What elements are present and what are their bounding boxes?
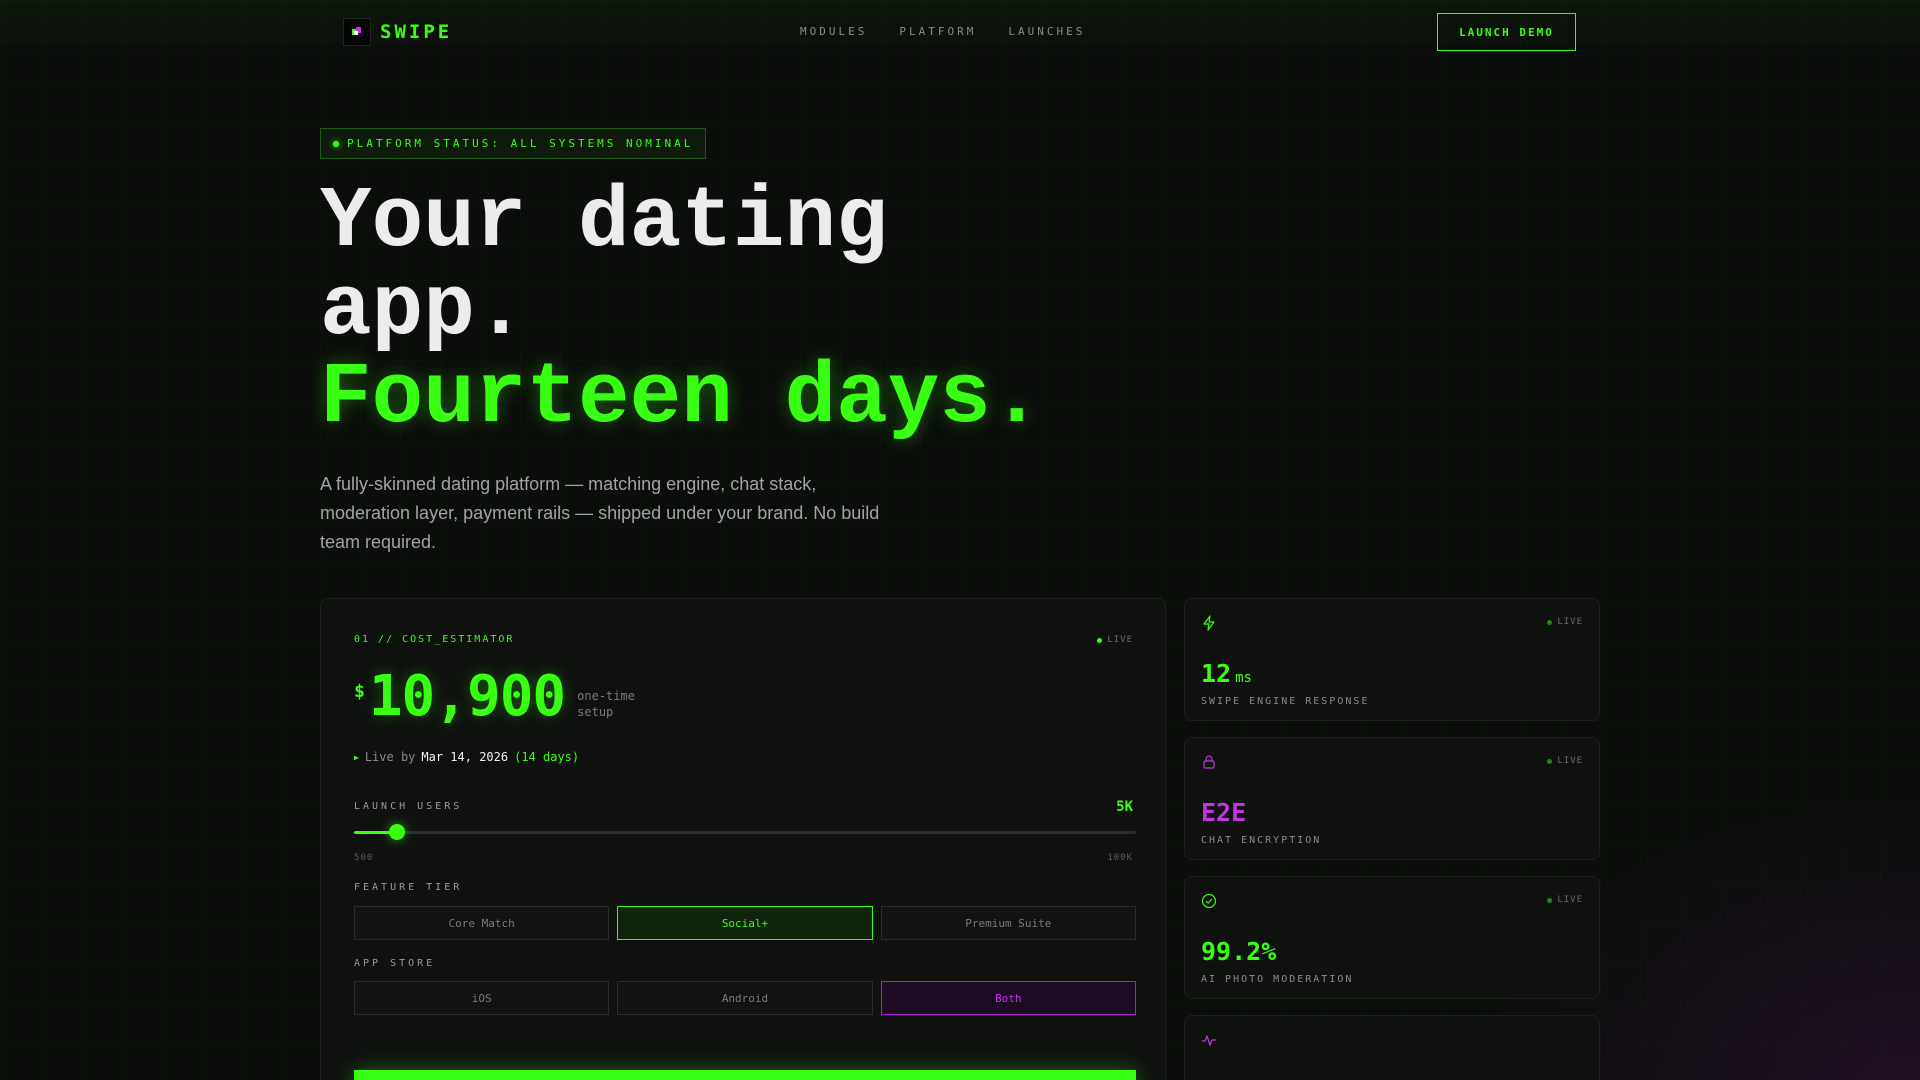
stat-number: 99.2%: [1201, 937, 1277, 966]
bolt-icon: [1203, 615, 1215, 631]
nav-link-platform[interactable]: PLATFORM: [899, 25, 976, 38]
tier-option-premium-suite[interactable]: Premium Suite: [880, 906, 1136, 940]
lock-icon: [1203, 755, 1215, 769]
live-label: LIVE: [1557, 895, 1583, 905]
launch-users-slider[interactable]: [354, 824, 1136, 840]
stat-value: 12 ms: [1201, 659, 1252, 688]
stat-live-indicator: LIVE: [1547, 617, 1583, 627]
store-option-android[interactable]: Android: [617, 981, 873, 1015]
nav-links: MODULES PLATFORM LAUNCHES: [800, 25, 1085, 38]
live-by-days: (14 days): [514, 750, 580, 764]
launch-users-label: LAUNCH USERS: [354, 801, 463, 812]
live-by-date: Mar 14, 2026: [421, 750, 509, 764]
stat-card-photo-moderation: LIVE 99.2% AI PHOTO MODERATION: [1184, 876, 1600, 999]
app-store-label: APP STORE: [354, 958, 436, 969]
headline-line-1: Your dating app.: [320, 173, 888, 359]
estimator-label: 01 // COST_ESTIMATOR: [354, 634, 515, 645]
live-label: LIVE: [1107, 635, 1133, 645]
logo-mark-icon: [343, 18, 371, 46]
store-option-both[interactable]: Both: [880, 981, 1136, 1015]
tier-option-core-match[interactable]: Core Match: [354, 906, 610, 940]
slider-handle[interactable]: [389, 824, 405, 840]
top-nav: SWIPE MODULES PLATFORM LAUNCHES LAUNCH D…: [0, 0, 1920, 64]
nav-link-modules[interactable]: MODULES: [800, 25, 867, 38]
live-label: LIVE: [1557, 756, 1583, 766]
nav-link-launches[interactable]: LAUNCHES: [1008, 25, 1085, 38]
price-display: $ 10,900 one-time setup: [354, 664, 657, 729]
hero-subtitle: A fully-skinned dating platform — matchi…: [320, 474, 880, 552]
app-store-options: iOS Android Both: [354, 981, 1136, 1015]
slider-min-label: 500: [354, 853, 374, 863]
live-label: LIVE: [1557, 617, 1583, 627]
estimator-live-indicator: LIVE: [1097, 635, 1133, 645]
brand-logo[interactable]: SWIPE: [343, 18, 452, 46]
check-circle-icon: [1201, 893, 1217, 909]
price-note: one-time setup: [577, 689, 635, 719]
feature-tier-label: FEATURE TIER: [354, 882, 463, 893]
stat-caption: CHAT ENCRYPTION: [1201, 835, 1322, 846]
live-dot-icon: [1547, 758, 1553, 764]
stat-value: 99.2%: [1201, 937, 1276, 966]
stat-unit: ms: [1235, 670, 1252, 686]
price-currency: $: [354, 681, 365, 702]
pulse-icon: [1202, 1035, 1216, 1046]
hero-headline: Your dating app. Fourteen days.: [320, 178, 1120, 442]
play-triangle-icon: ▶: [354, 752, 359, 762]
estimator-cta-button[interactable]: [354, 1070, 1136, 1080]
cost-estimator-card: 01 // COST_ESTIMATOR LIVE $ 10,900 one-t…: [320, 598, 1166, 1080]
stat-caption: SWIPE ENGINE RESPONSE: [1201, 696, 1370, 707]
feature-tier-options: Core Match Social+ Premium Suite: [354, 906, 1136, 940]
stat-card-activity: [1184, 1015, 1600, 1080]
stat-number: 12: [1201, 659, 1232, 688]
launch-users-value: 5K: [1116, 799, 1133, 815]
launch-demo-button[interactable]: LAUNCH DEMO: [1437, 13, 1576, 51]
headline-line-2: Fourteen days.: [320, 349, 1043, 447]
price-amount: 10,900: [368, 664, 566, 729]
live-dot-icon: [1097, 637, 1103, 643]
stat-card-chat-encryption: LIVE E2E CHAT ENCRYPTION: [1184, 737, 1600, 860]
brand-name: SWIPE: [380, 21, 453, 43]
stat-caption: AI PHOTO MODERATION: [1201, 974, 1354, 985]
platform-status-badge: PLATFORM STATUS: ALL SYSTEMS NOMINAL: [320, 128, 707, 159]
live-dot-icon: [1547, 897, 1553, 903]
status-dot-icon: [333, 140, 339, 147]
status-text: PLATFORM STATUS: ALL SYSTEMS NOMINAL: [347, 137, 694, 150]
live-by-prefix: Live by: [364, 750, 416, 764]
live-by-line: ▶ Live by Mar 14, 2026 (14 days): [354, 750, 579, 764]
stat-live-indicator: LIVE: [1547, 756, 1583, 766]
live-dot-icon: [1547, 619, 1553, 625]
stat-live-indicator: LIVE: [1547, 895, 1583, 905]
stat-card-engine-response: LIVE 12 ms SWIPE ENGINE RESPONSE: [1184, 598, 1600, 721]
store-option-ios[interactable]: iOS: [354, 981, 610, 1015]
stat-number: E2E: [1201, 798, 1247, 827]
tier-option-social-plus[interactable]: Social+: [617, 906, 873, 940]
slider-max-label: 100K: [1107, 853, 1133, 863]
stat-value: E2E: [1201, 798, 1246, 827]
